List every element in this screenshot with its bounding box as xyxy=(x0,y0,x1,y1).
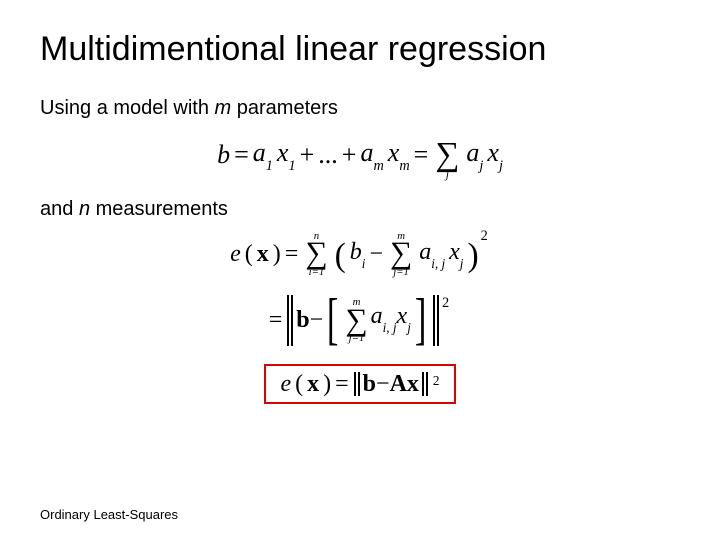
minus: − xyxy=(369,242,383,266)
slide: Multidimentional linear regression Using… xyxy=(0,0,720,540)
var-a: a xyxy=(466,138,479,167)
equals: = xyxy=(234,142,249,168)
sigma-icon: ∑j xyxy=(435,130,459,180)
var-n: n xyxy=(79,198,90,220)
var-b: b xyxy=(217,142,230,168)
var-b: b xyxy=(350,239,362,265)
plus: + xyxy=(342,142,357,168)
sub-j: j xyxy=(407,320,411,335)
exponent-2: 2 xyxy=(433,374,440,387)
vec-x: x xyxy=(407,372,419,396)
var-a: a xyxy=(419,239,431,265)
sigma-icon: m∑j=1 xyxy=(390,231,412,277)
text: Using a model with xyxy=(40,97,215,119)
var-x: x xyxy=(277,138,289,167)
var-e: e xyxy=(280,372,291,396)
sub-m: m xyxy=(399,158,409,174)
highlight-box: e(x) = b − Ax 2 xyxy=(264,364,455,404)
sub-i: i xyxy=(362,256,366,271)
sub-1: 1 xyxy=(288,158,295,174)
equation-4-boxed: e(x) = b − Ax 2 xyxy=(40,364,680,404)
equals: = xyxy=(269,308,283,332)
vec-x: x xyxy=(257,242,269,266)
var-x: x xyxy=(449,239,460,265)
sub-ij: i, j xyxy=(431,256,445,271)
var-a: a xyxy=(253,138,266,167)
norm-bars-icon: b − Ax xyxy=(354,372,428,396)
sum-lower: j=1 xyxy=(393,267,409,277)
var-x: x xyxy=(388,138,400,167)
sub-j: j xyxy=(460,256,464,271)
sub-ij: i, j xyxy=(383,320,397,335)
var-e: e xyxy=(230,242,241,266)
var-a: a xyxy=(360,138,373,167)
sub-j: j xyxy=(499,158,503,174)
minus: − xyxy=(310,299,324,342)
plus: + xyxy=(300,142,315,168)
norm-bars-icon: b − [ m∑j=1 ai, j xj ] xyxy=(287,295,439,346)
var-a: a xyxy=(371,303,383,329)
vec-b: b xyxy=(296,299,309,342)
bracket-icon: [ m∑j=1 ai, j xj ] xyxy=(323,295,430,346)
text: and xyxy=(40,198,79,220)
mat-A: A xyxy=(390,372,407,396)
slide-title: Multidimentional linear regression xyxy=(40,30,680,69)
exponent-2: 2 xyxy=(481,229,488,243)
minus: − xyxy=(376,372,390,396)
sub-m: m xyxy=(373,158,383,174)
sum-lower: j xyxy=(446,169,449,180)
equation-1: b = a1 x1 + ... + am xm = ∑j aj xj xyxy=(40,130,680,180)
var-m: m xyxy=(215,97,232,119)
equation-2: e(x) = n∑i=1 ( bi − m∑j=1 ai, j xj ) 2 xyxy=(40,231,680,277)
text-line-2: and n measurements xyxy=(40,198,680,221)
sigma-icon: n∑i=1 xyxy=(305,231,327,277)
vec-x: x xyxy=(307,372,319,396)
sum-lower: i=1 xyxy=(309,267,325,277)
var-x: x xyxy=(397,303,408,329)
sub-1: 1 xyxy=(266,158,273,174)
sigma-icon: m∑j=1 xyxy=(345,297,367,343)
equals: = xyxy=(335,372,349,396)
exponent-2: 2 xyxy=(442,296,449,310)
dots: ... xyxy=(318,142,338,168)
equation-3: = b − [ m∑j=1 ai, j xj ] 2 xyxy=(40,295,680,346)
vec-b: b xyxy=(363,372,376,396)
text-line-1: Using a model with m parameters xyxy=(40,97,680,120)
text: parameters xyxy=(231,97,338,119)
text: measurements xyxy=(90,198,228,220)
var-x: x xyxy=(487,138,499,167)
equals: = xyxy=(285,242,299,266)
footer-text: Ordinary Least-Squares xyxy=(40,507,178,522)
sub-j: j xyxy=(479,158,483,174)
equals: = xyxy=(414,142,429,168)
sum-lower: j=1 xyxy=(349,333,365,343)
